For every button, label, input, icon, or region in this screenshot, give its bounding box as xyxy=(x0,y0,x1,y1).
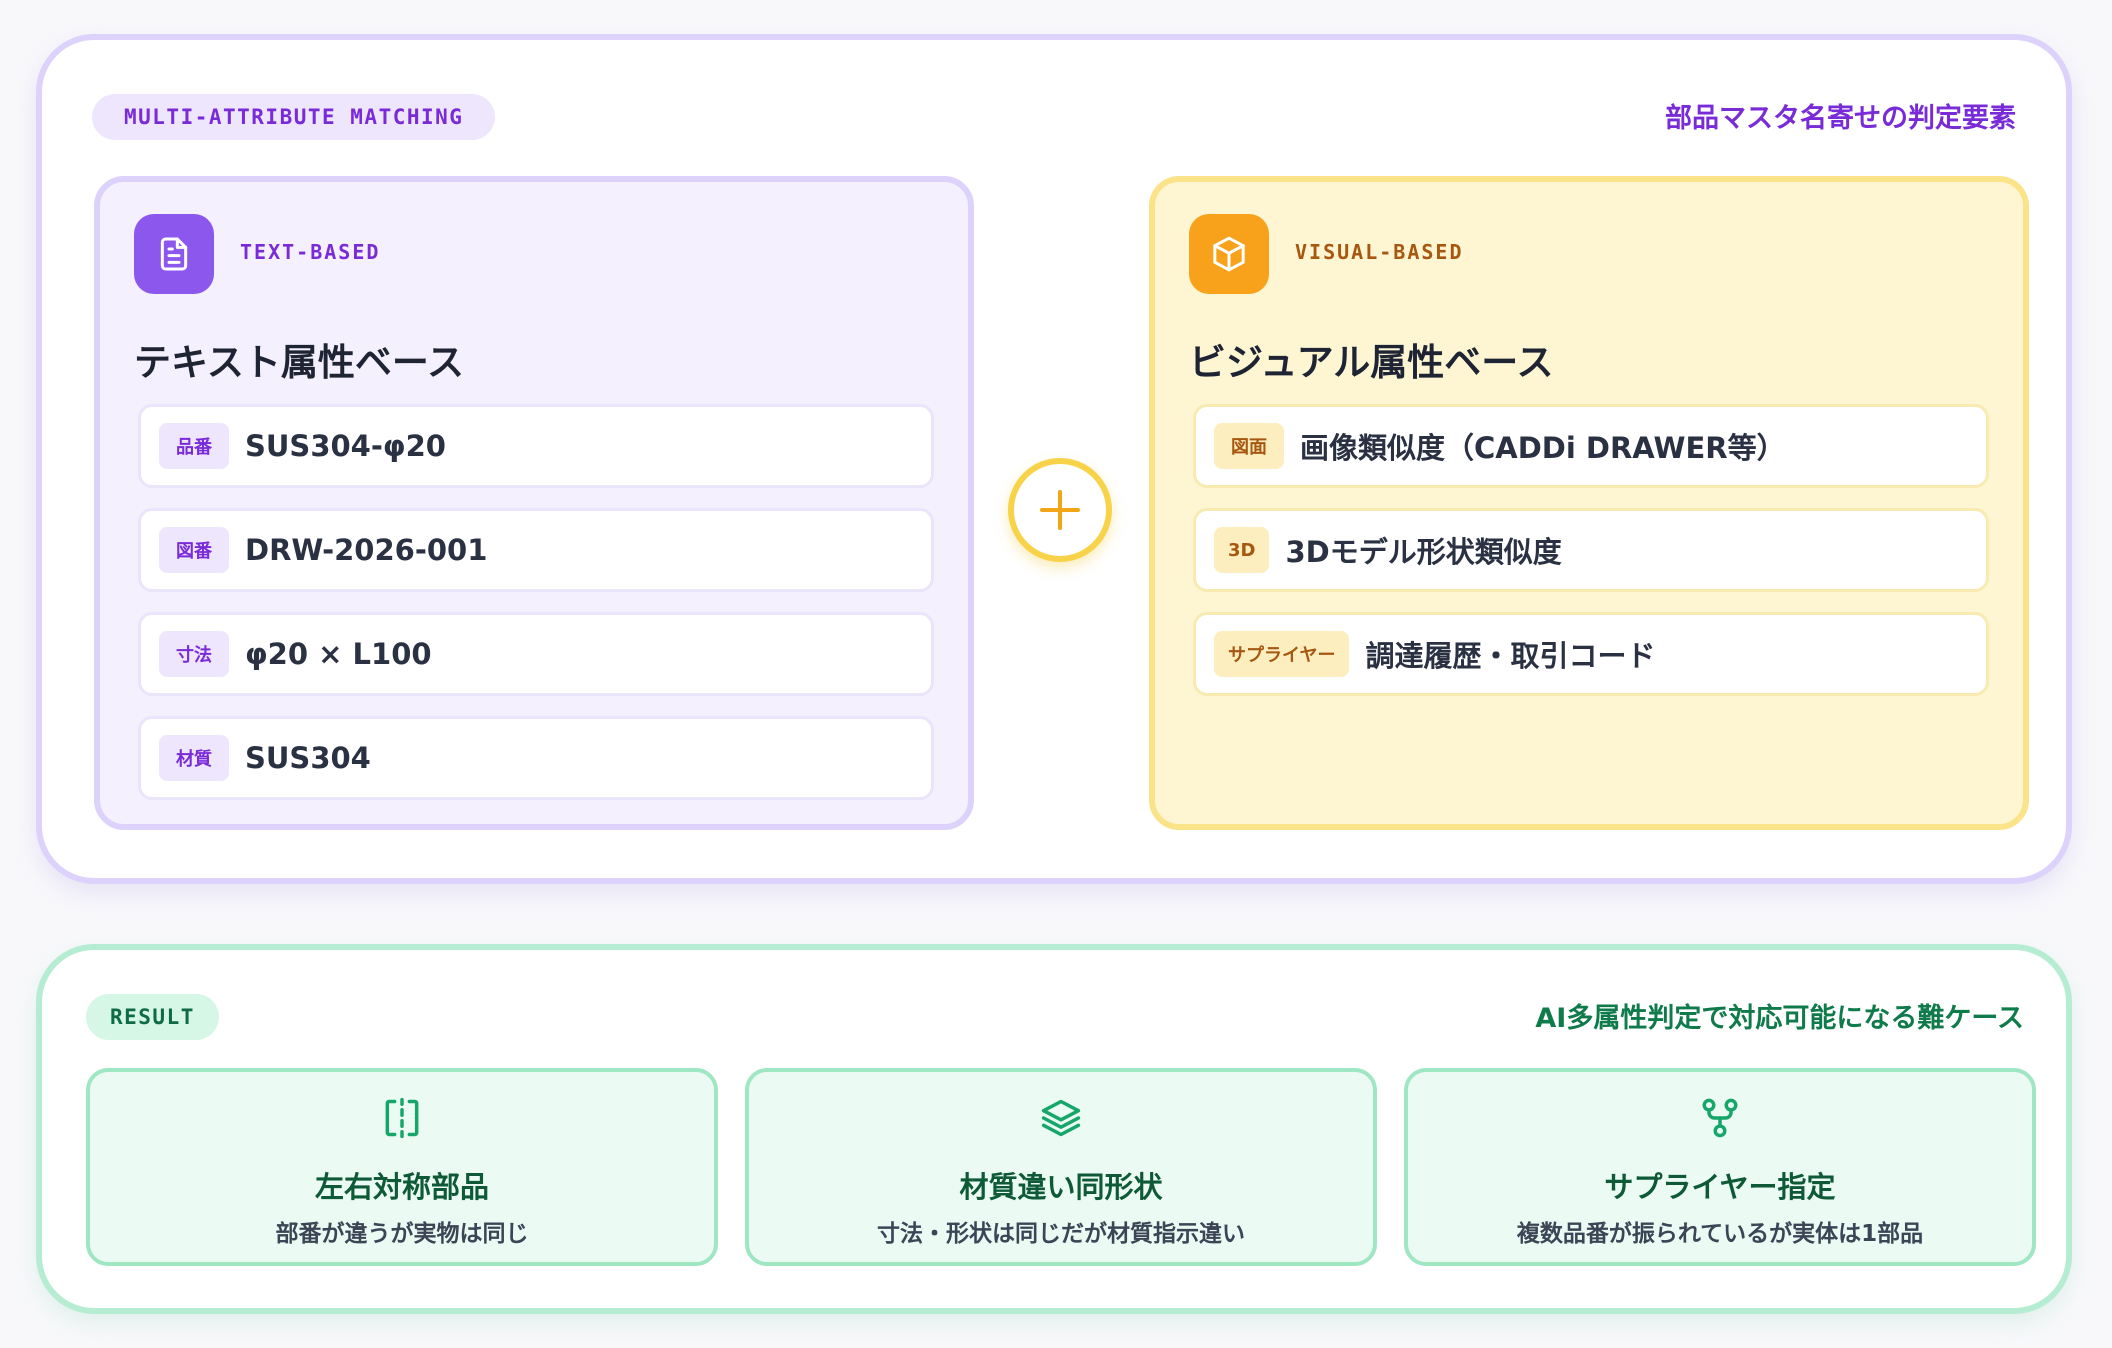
plus-icon xyxy=(1008,458,1112,562)
attribute-row: 図面 画像類似度（CADDi DRAWER等） xyxy=(1193,404,1989,488)
result-panel: RESULT AI多属性判定で対応可能になる難ケース 左右対称部品 部番が違うが… xyxy=(36,944,2072,1314)
result-title: サプライヤー指定 xyxy=(1604,1170,1836,1204)
attribute-tag: サプライヤー xyxy=(1214,631,1350,677)
result-title: 材質違い同形状 xyxy=(959,1170,1163,1204)
result-card: サプライヤー指定 複数品番が振られているが実体は1部品 xyxy=(1404,1068,2036,1266)
attribute-row: 図番 DRW-2026-001 xyxy=(138,508,934,592)
attribute-tag: 図番 xyxy=(159,527,229,573)
attribute-row: 寸法 φ20 × L100 xyxy=(138,612,934,696)
branch-icon xyxy=(1702,1098,1738,1138)
attribute-row: 品番 SUS304-φ20 xyxy=(138,404,934,488)
cube-icon xyxy=(1189,214,1269,294)
attribute-value: SUS304-φ20 xyxy=(245,429,446,463)
card-title: ビジュアル属性ベース xyxy=(1189,341,1554,384)
attribute-tag: 3D xyxy=(1214,527,1270,573)
card-kicker: VISUAL-BASED xyxy=(1295,240,1464,264)
attribute-tag: 寸法 xyxy=(159,631,229,677)
symmetry-icon xyxy=(385,1097,419,1139)
result-heading: AI多属性判定で対応可能になる難ケース xyxy=(1535,1003,2024,1034)
card-kicker: TEXT-BASED xyxy=(240,240,381,264)
result-card: 左右対称部品 部番が違うが実物は同じ xyxy=(86,1068,718,1266)
section-heading: 部品マスタ名寄せの判定要素 xyxy=(1665,103,2016,134)
result-description: 部番が違うが実物は同じ xyxy=(275,1221,529,1247)
document-icon xyxy=(134,214,214,294)
attribute-value: φ20 × L100 xyxy=(245,637,432,671)
result-description: 寸法・形状は同じだが材質指示違い xyxy=(877,1221,1245,1247)
attribute-row: 3D 3Dモデル形状類似度 xyxy=(1193,508,1989,592)
attribute-row: サプライヤー 調達履歴・取引コード xyxy=(1193,612,1989,696)
attribute-value: SUS304 xyxy=(245,741,371,775)
attribute-value: 画像類似度（CADDi DRAWER等） xyxy=(1300,431,1786,465)
result-title: 左右対称部品 xyxy=(314,1170,489,1204)
section-pill: MULTI-ATTRIBUTE MATCHING xyxy=(92,94,496,140)
result-card: 材質違い同形状 寸法・形状は同じだが材質指示違い xyxy=(745,1068,1377,1266)
card-title: テキスト属性ベース xyxy=(134,341,465,384)
matching-factors-panel: MULTI-ATTRIBUTE MATCHING 部品マスタ名寄せの判定要素 T… xyxy=(36,34,2072,884)
attribute-tag: 図面 xyxy=(1214,423,1284,469)
attribute-value: DRW-2026-001 xyxy=(245,533,488,567)
result-description: 複数品番が振られているが実体は1部品 xyxy=(1516,1221,1924,1247)
attribute-tag: 材質 xyxy=(159,735,229,781)
layers-icon xyxy=(1041,1099,1081,1137)
attribute-tag: 品番 xyxy=(159,423,229,469)
attribute-row: 材質 SUS304 xyxy=(138,716,934,800)
attribute-value: 調達履歴・取引コード xyxy=(1365,639,1656,673)
visual-based-card: VISUAL-BASED ビジュアル属性ベース 図面 画像類似度（CADDi D… xyxy=(1149,176,2029,830)
attribute-value: 3Dモデル形状類似度 xyxy=(1285,535,1562,569)
text-based-card: TEXT-BASED テキスト属性ベース 品番 SUS304-φ20 図番 DR… xyxy=(94,176,974,830)
result-pill: RESULT xyxy=(86,994,219,1040)
